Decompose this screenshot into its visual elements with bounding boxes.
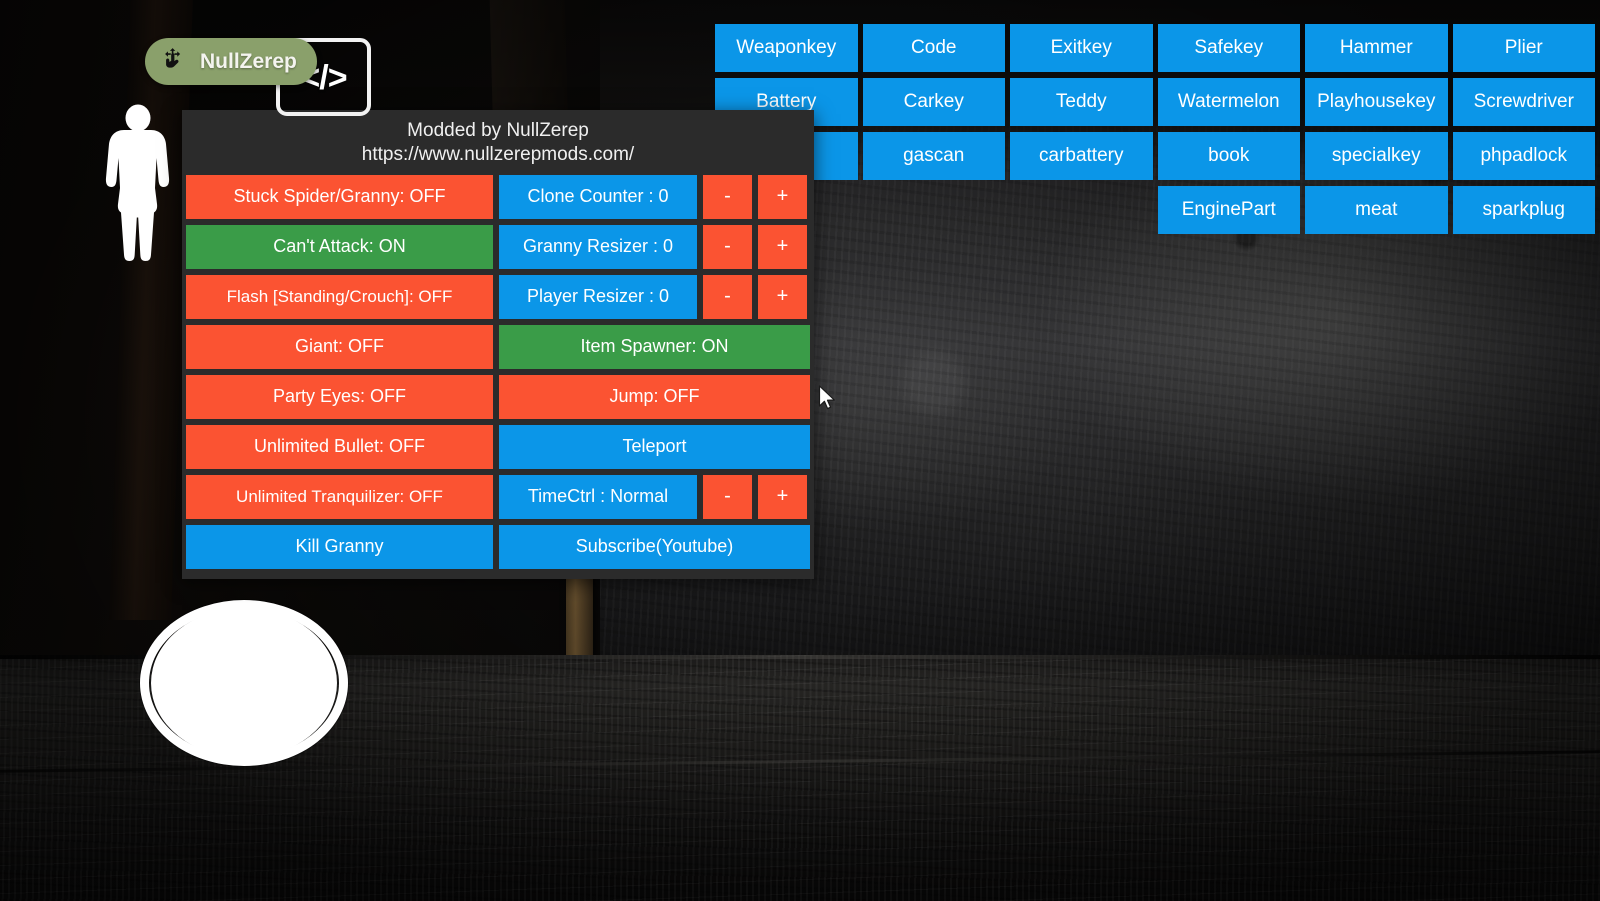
spawn-item-screwdriver[interactable]: Screwdriver xyxy=(1452,78,1595,126)
spawn-item-teddy[interactable]: Teddy xyxy=(1010,78,1153,126)
spawn-item-watermelon[interactable]: Watermelon xyxy=(1157,78,1300,126)
spawn-item-phpadlock[interactable]: phpadlock xyxy=(1452,132,1595,180)
player-resizer-display[interactable]: Player Resizer : 0 xyxy=(499,274,697,319)
mod-menu-row: Unlimited Tranquilizer: OFF TimeCtrl : No… xyxy=(186,474,810,519)
mod-menu-panel: Modded by NullZerep https://www.nullzere… xyxy=(182,110,814,579)
spawn-item-plier[interactable]: Plier xyxy=(1452,24,1595,72)
kill-granny-button[interactable]: Kill Granny xyxy=(186,524,493,569)
menu-website-line: https://www.nullzerepmods.com/ xyxy=(361,144,635,166)
spawn-item-enginepart[interactable]: EnginePart xyxy=(1157,186,1300,234)
menu-credit-line: Modded by NullZerep xyxy=(407,120,589,141)
player-resizer-increment-button[interactable]: + xyxy=(758,274,807,319)
toggle-jump[interactable]: Jump: OFF xyxy=(499,374,810,419)
toggle-cant-attack[interactable]: Can't Attack: ON xyxy=(186,224,493,269)
mod-menu-row-right: Player Resizer : 0- + xyxy=(499,274,810,319)
mod-menu-row: Unlimited Bullet: OFF Teleport xyxy=(186,424,810,469)
spawn-item-gascan[interactable]: gascan xyxy=(862,132,1005,180)
drag-move-handle[interactable]: NullZerep xyxy=(145,38,317,85)
drag-badge-label: NullZerep xyxy=(200,49,297,73)
time-control-display[interactable]: TimeCtrl : Normal xyxy=(499,474,697,519)
mod-menu-header: Modded by NullZerep https://www.nullzere… xyxy=(182,110,814,175)
movement-joystick[interactable] xyxy=(140,600,348,766)
toggle-flash-standing-crouch[interactable]: Flash [Standing/Crouch]: OFF xyxy=(186,274,493,319)
spawn-item-weaponkey[interactable]: Weaponkey xyxy=(715,24,858,72)
toggle-giant[interactable]: Giant: OFF xyxy=(186,324,493,369)
drag-move-hand-icon xyxy=(161,47,186,77)
mod-menu-row: Flash [Standing/Crouch]: OFF Player Resiz… xyxy=(186,274,810,319)
time-control-increment-button[interactable]: + xyxy=(758,474,807,519)
joystick-knob[interactable] xyxy=(151,608,337,758)
mod-menu-row-right: Item Spawner: ON xyxy=(499,324,810,369)
mod-menu-row-right: TimeCtrl : Normal - + xyxy=(499,474,810,519)
mod-menu-row: Can't Attack: ON Granny Resizer : 0- + xyxy=(186,224,810,269)
player-resizer-decrement-button[interactable]: - xyxy=(703,274,752,319)
mod-menu-row: Stuck Spider/Granny: OFF Clone Counter : … xyxy=(186,174,810,219)
spawn-item-code[interactable]: Code xyxy=(862,24,1005,72)
spawn-item-playhousekey[interactable]: Playhousekey xyxy=(1305,78,1448,126)
spawn-item-slot-empty xyxy=(1010,186,1153,234)
granny-resizer-increment-button[interactable]: + xyxy=(758,224,807,269)
mod-menu-row: Kill Granny Subscribe(Youtube) xyxy=(186,524,810,569)
mod-menu-row: Party Eyes: OFF Jump: OFF xyxy=(186,374,810,419)
mod-menu-row-right: Subscribe(Youtube) xyxy=(499,524,810,569)
toggle-unlimited-tranquilizer[interactable]: Unlimited Tranquilizer: OFF xyxy=(186,474,493,519)
clone-counter-display[interactable]: Clone Counter : 0 xyxy=(499,174,697,219)
time-control-decrement-button[interactable]: - xyxy=(703,474,752,519)
spawn-item-exitkey[interactable]: Exitkey xyxy=(1010,24,1153,72)
toggle-stuck-spider-granny[interactable]: Stuck Spider/Granny: OFF xyxy=(186,174,493,219)
mod-menu-row-right: Granny Resizer : 0- + xyxy=(499,224,810,269)
mod-menu-row-right: Jump: OFF xyxy=(499,374,810,419)
spawn-item-hammer[interactable]: Hammer xyxy=(1305,24,1448,72)
spawn-item-safekey[interactable]: Safekey xyxy=(1157,24,1300,72)
menu-toggle-group[interactable]: </> NullZerep xyxy=(145,38,371,116)
spawn-item-sparkplug[interactable]: sparkplug xyxy=(1452,186,1595,234)
granny-resizer-decrement-button[interactable]: - xyxy=(703,224,752,269)
mod-menu-row: Giant: OFF Item Spawner: ON xyxy=(186,324,810,369)
spawn-item-carkey[interactable]: Carkey xyxy=(862,78,1005,126)
mod-menu-rows: Stuck Spider/Granny: OFF Clone Counter : … xyxy=(182,174,814,569)
mod-menu-row-right: Clone Counter : 0- + xyxy=(499,174,810,219)
item-spawner-grid: Weaponkey Code Exitkey Safekey Hammer Plier Ba… xyxy=(715,24,1595,234)
spawn-item-specialkey[interactable]: specialkey xyxy=(1305,132,1448,180)
toggle-unlimited-bullet[interactable]: Unlimited Bullet: OFF xyxy=(186,424,493,469)
toggle-item-spawner[interactable]: Item Spawner: ON xyxy=(499,324,810,369)
granny-resizer-display[interactable]: Granny Resizer : 0 xyxy=(499,224,697,269)
toggle-party-eyes[interactable]: Party Eyes: OFF xyxy=(186,374,493,419)
spawn-item-slot-empty xyxy=(863,186,1006,234)
teleport-button[interactable]: Teleport xyxy=(499,424,810,469)
clone-counter-decrement-button[interactable]: - xyxy=(703,174,752,219)
mod-menu-row-right: Teleport xyxy=(499,424,810,469)
clone-counter-increment-button[interactable]: + xyxy=(758,174,807,219)
spawn-item-carbattery[interactable]: carbattery xyxy=(1010,132,1153,180)
spawn-item-meat[interactable]: meat xyxy=(1305,186,1448,234)
player-silhouette-icon xyxy=(98,104,178,269)
spawn-item-book[interactable]: book xyxy=(1157,132,1300,180)
subscribe-youtube-button[interactable]: Subscribe(Youtube) xyxy=(499,524,810,569)
